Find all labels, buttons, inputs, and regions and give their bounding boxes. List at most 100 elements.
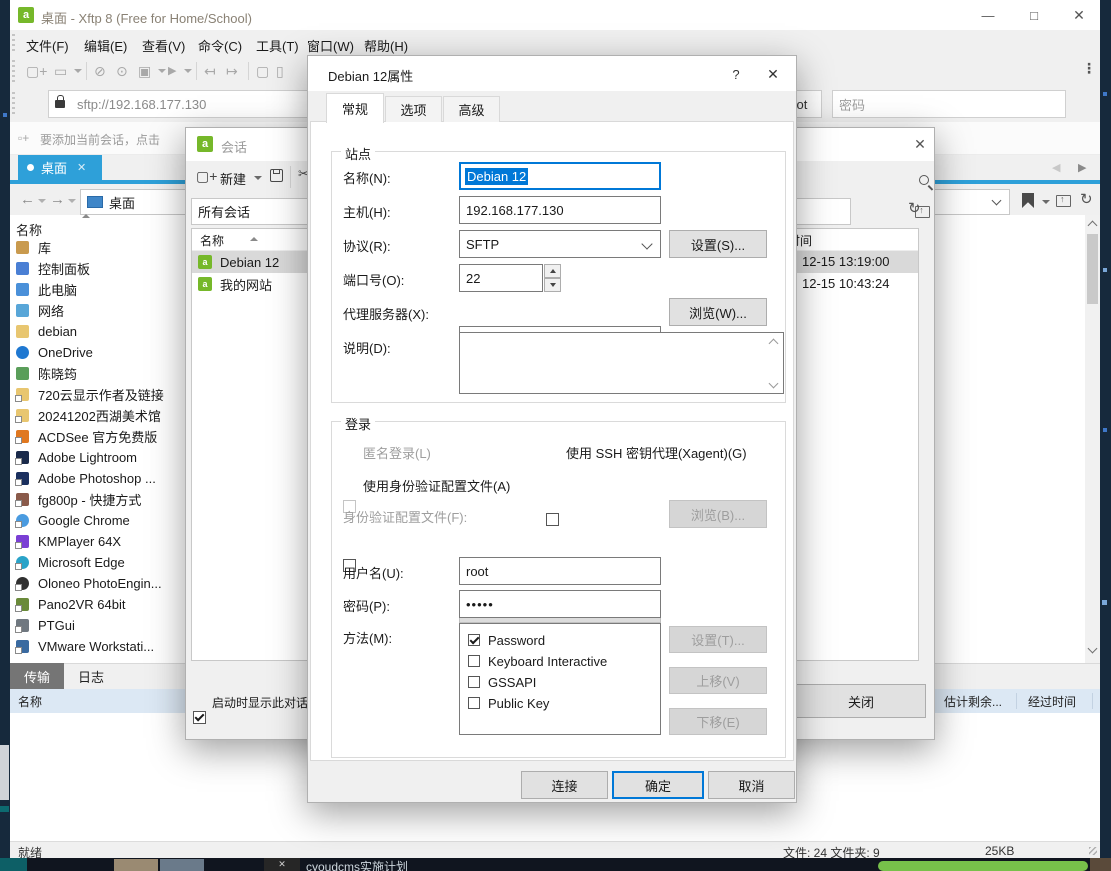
host-input[interactable]: 192.168.177.130 (459, 196, 661, 224)
local-path-combobox[interactable]: 桌面 (80, 189, 186, 215)
list-item[interactable]: 陈晓筠 (12, 363, 184, 384)
session-refresh-icon[interactable]: ↻ (908, 199, 921, 217)
method-item[interactable]: Keyboard Interactive (468, 652, 654, 670)
more-toolbar-icon[interactable]: ⋮ (1082, 60, 1096, 77)
tab-general[interactable]: 常规 (326, 93, 384, 123)
tab-close-icon[interactable]: ✕ (77, 161, 86, 174)
copy-icon[interactable]: ▢ (256, 61, 269, 81)
list-item[interactable]: debian (12, 321, 184, 342)
session-col-name[interactable]: 名称 (200, 232, 224, 249)
list-item[interactable]: Adobe Photoshop ... (12, 468, 184, 489)
list-item[interactable]: ACDSee 官方免费版 (12, 426, 184, 447)
proxy-browse-button[interactable]: 浏览(W)... (669, 298, 767, 326)
list-item[interactable]: 720云显示作者及链接 (12, 384, 184, 405)
tab-scroll-left-icon[interactable]: ◀ (1052, 161, 1060, 174)
connect-icon[interactable]: ⊙ (116, 61, 128, 81)
list-item[interactable]: OneDrive (12, 342, 184, 363)
tab-advanced[interactable]: 高级 (443, 96, 500, 122)
protocol-settings-button[interactable]: 设置(S)... (669, 230, 767, 258)
menu-item-edit[interactable]: 编辑(E) (84, 36, 127, 55)
method-item[interactable]: Password (468, 631, 654, 649)
cancel-button[interactable]: 取消 (708, 771, 795, 799)
password-input[interactable]: 密码 (832, 90, 1066, 118)
properties-close-icon[interactable]: ✕ (760, 62, 786, 86)
protocol-combobox[interactable]: SFTP (459, 230, 661, 258)
search-icon[interactable] (919, 175, 929, 185)
bookmark-dropdown-icon[interactable] (1042, 200, 1050, 204)
session-dialog-close-icon[interactable]: ✕ (908, 132, 932, 156)
save-icon[interactable] (270, 169, 283, 182)
list-item[interactable]: KMPlayer 64X (12, 531, 184, 552)
password-field[interactable]: ••••• (459, 590, 661, 618)
list-item[interactable]: fg800p - 快捷方式 (12, 489, 184, 510)
method-item[interactable]: Public Key (468, 694, 654, 712)
import-icon[interactable]: ↤ (204, 61, 216, 81)
port-spin-up[interactable] (544, 264, 561, 278)
method-checkbox[interactable] (468, 697, 480, 709)
folder-up-icon[interactable] (1056, 195, 1071, 207)
menu-item-window[interactable]: 窗口(W) (307, 36, 354, 55)
connect-button[interactable]: 连接 (521, 771, 608, 799)
list-item[interactable]: 网络 (12, 300, 184, 321)
minimize-button[interactable]: — (966, 0, 1010, 30)
add-tab-icon[interactable]: ▫+ (18, 128, 29, 148)
session-new-dropdown-icon[interactable] (254, 176, 262, 180)
maximize-button[interactable]: □ (1012, 0, 1056, 30)
open-dropdown-icon[interactable] (74, 69, 82, 73)
forward-dropdown-icon[interactable] (68, 199, 76, 203)
list-item[interactable]: Google Chrome (12, 510, 184, 531)
list-item[interactable]: Adobe Lightroom (12, 447, 184, 468)
close-button[interactable]: ✕ (1058, 0, 1100, 30)
menu-item-tools[interactable]: 工具(T) (256, 36, 299, 55)
startup-checkbox[interactable] (193, 711, 206, 724)
tab-desktop[interactable]: 桌面 ✕ (18, 155, 102, 180)
run-dropdown-icon[interactable] (184, 69, 192, 73)
menu-item-help[interactable]: 帮助(H) (364, 36, 408, 55)
method-checkbox[interactable] (468, 655, 480, 667)
back-icon[interactable]: ← (20, 191, 35, 208)
list-item[interactable]: PTGui (12, 615, 184, 636)
name-input[interactable]: Debian 12 (459, 162, 661, 190)
back-dropdown-icon[interactable] (38, 199, 46, 203)
method-checkbox[interactable] (468, 634, 480, 646)
description-textarea[interactable] (459, 332, 784, 394)
list-item[interactable]: VMware Workstati... (12, 636, 184, 657)
new-session-icon[interactable]: ▢+ (26, 61, 47, 81)
session-close-button[interactable]: 关闭 (796, 684, 926, 718)
transfer-col-elapsed[interactable]: 经过时间 (1028, 693, 1076, 710)
tab-options[interactable]: 选项 (385, 96, 442, 122)
session-new-button[interactable]: 新建 (220, 169, 246, 188)
menu-item-file[interactable]: 文件(F) (26, 36, 69, 55)
list-item[interactable]: Microsoft Edge (12, 552, 184, 573)
list-item[interactable]: 20241202西湖美术馆 (12, 405, 184, 426)
tab-scroll-right-icon[interactable]: ▶ (1078, 161, 1086, 174)
transfer-col-remaining[interactable]: 估计剩余... (944, 693, 1002, 710)
list-item[interactable]: 此电脑 (12, 279, 184, 300)
menu-item-command[interactable]: 命令(C) (198, 36, 242, 55)
refresh-icon[interactable]: ↻ (1080, 190, 1093, 208)
open-folder-icon[interactable]: ▭ (54, 61, 67, 81)
session-settings-dropdown-icon[interactable] (158, 69, 166, 73)
method-item[interactable]: GSSAPI (468, 673, 654, 691)
run-icon[interactable]: ▶ (168, 61, 176, 81)
paste-icon[interactable]: ▯ (276, 61, 284, 81)
ssh-agent-checkbox[interactable] (546, 513, 559, 526)
export-icon[interactable]: ↦ (226, 61, 238, 81)
forward-icon[interactable]: → (50, 191, 65, 208)
list-item[interactable]: 控制面板 (12, 258, 184, 279)
tab-log[interactable]: 日志 (64, 663, 118, 689)
method-listbox[interactable]: Password Keyboard Interactive GSSAPI Pub… (459, 623, 661, 735)
method-checkbox[interactable] (468, 676, 480, 688)
list-item[interactable]: Oloneo PhotoEngin... (12, 573, 184, 594)
session-new-icon[interactable]: ▢+ (196, 166, 217, 186)
scrollbar-thumb[interactable] (1087, 234, 1098, 304)
port-input[interactable]: 22 (459, 264, 543, 292)
disconnect-icon[interactable]: ⊘ (94, 61, 106, 81)
help-icon[interactable]: ? (724, 62, 748, 86)
list-item[interactable]: Pano2VR 64bit (12, 594, 184, 615)
username-field[interactable]: root (459, 557, 661, 585)
resize-grip[interactable] (1089, 847, 1097, 855)
ok-button[interactable]: 确定 (612, 771, 704, 799)
list-item[interactable]: 库 (12, 237, 184, 258)
menu-item-view[interactable]: 查看(V) (142, 36, 185, 55)
